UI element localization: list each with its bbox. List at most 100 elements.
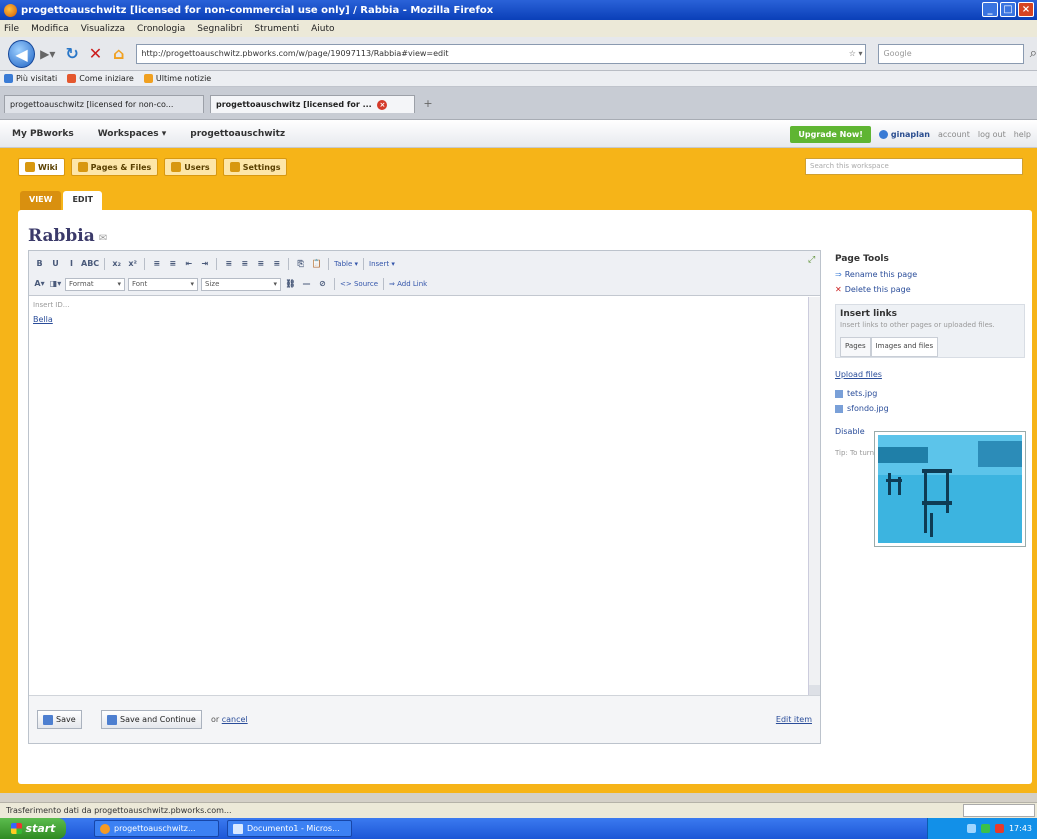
user-name: ginaplan [890, 129, 930, 139]
align-right-button[interactable]: ≡ [254, 257, 267, 271]
edit-item-link[interactable]: Edit item [776, 715, 812, 724]
source-button[interactable]: <> Source [340, 280, 378, 288]
insert-links-box: Insert links Insert links to other pages… [835, 304, 1025, 358]
browser-tab-2[interactable]: progettoauschwitz [licensed for ... × [210, 95, 415, 113]
user-link[interactable]: ginaplan [878, 129, 930, 139]
search-input[interactable]: Google [878, 43, 1024, 64]
bookmark-label: Più visitati [16, 74, 58, 83]
outdent-button[interactable]: ⇤ [182, 257, 195, 271]
search-icon[interactable]: ⌕ [1030, 46, 1037, 61]
star-icon[interactable]: ☆ ▾ [849, 49, 863, 58]
save-continue-button[interactable]: Save and Continue [101, 710, 202, 729]
security-icon[interactable] [980, 824, 990, 833]
save-button[interactable]: Save [37, 710, 82, 729]
logout-link[interactable]: log out [978, 130, 1006, 139]
cancel-link[interactable]: cancel [222, 715, 248, 724]
taskbar-item-word[interactable]: Documento1 - Micros... [227, 820, 352, 837]
tab-view[interactable]: VIEW [20, 191, 62, 210]
close-window-button[interactable]: × [1018, 2, 1034, 17]
menu-view[interactable]: Visualizza [81, 24, 125, 34]
subscript-button[interactable]: x₂ [110, 257, 123, 271]
url-bar[interactable]: http://progettoauschwitz.pbworks.com/w/p… [136, 43, 867, 64]
add-link-button[interactable]: ⇒ Add Link [389, 280, 427, 288]
insert-menu[interactable]: Insert ▾ [369, 260, 395, 268]
align-center-button[interactable]: ≡ [238, 257, 251, 271]
new-tab-icon[interactable]: + [420, 95, 436, 113]
editor-scrollbar[interactable] [808, 297, 820, 697]
email-icon[interactable]: ✉ [99, 233, 107, 244]
bookmark-most-visited[interactable]: Più visitati [4, 74, 57, 83]
link-icon[interactable]: ⛓ [284, 277, 297, 291]
table-menu[interactable]: Table ▾ [334, 260, 358, 268]
workspaces-menu[interactable]: Workspaces ▾ [86, 129, 179, 139]
menu-tools[interactable]: Strumenti [254, 24, 299, 34]
highlight-color-icon[interactable]: ◨▾ [49, 277, 62, 291]
upgrade-button[interactable]: Upgrade Now! [790, 125, 871, 143]
taskbar-item-firefox[interactable]: progettoauschwitz... [94, 820, 219, 837]
browser-tab-1[interactable]: progettoauschwitz [licensed for non-co..… [4, 95, 204, 113]
start-label: start [25, 822, 56, 835]
content-link[interactable]: Bella [33, 315, 53, 324]
tab-settings[interactable]: Settings [222, 158, 288, 176]
superscript-button[interactable]: x² [126, 257, 139, 271]
editor-content[interactable]: Insert ID... Bella [29, 297, 820, 697]
indent-button[interactable]: ⇥ [198, 257, 211, 271]
tab-images-files[interactable]: Images and files [870, 337, 939, 357]
rename-page-link[interactable]: ⇒ Rename this page [835, 270, 1025, 279]
bold-button[interactable]: B [33, 257, 46, 271]
home-icon[interactable]: ⌂ [109, 44, 128, 64]
strikethrough-button[interactable]: ABC [81, 257, 99, 271]
minimize-button[interactable]: _ [982, 2, 998, 17]
account-link[interactable]: account [938, 130, 970, 139]
menu-edit[interactable]: Modifica [31, 24, 69, 34]
numbered-list-button[interactable]: ≡ [166, 257, 179, 271]
network-icon[interactable] [966, 824, 976, 833]
my-pbworks-link[interactable]: My PBworks [0, 129, 86, 139]
insert-tabs: Pages Images and files [840, 337, 1020, 357]
horizontal-rule-icon[interactable]: — [300, 277, 313, 291]
unlink-icon[interactable]: ⊘ [316, 277, 329, 291]
start-button[interactable]: start [0, 818, 66, 839]
menu-help[interactable]: Aiuto [311, 24, 334, 34]
italic-button[interactable]: I [65, 257, 78, 271]
bookmark-latest-news[interactable]: Ultime notizie [143, 74, 211, 83]
workspace-name[interactable]: progettoauschwitz [178, 129, 297, 139]
copy-icon[interactable]: ⎘ [294, 257, 307, 271]
task-label: Documento1 - Micros... [247, 824, 340, 833]
tab-wiki[interactable]: Wiki [18, 158, 65, 176]
back-icon[interactable]: ◀ [8, 39, 36, 68]
alert-icon[interactable] [994, 824, 1004, 833]
menu-history[interactable]: Cronologia [137, 24, 185, 34]
text-color-icon[interactable]: A▾ [33, 277, 46, 291]
bookmarks-bar: Più visitati Come iniziare Ultime notizi… [0, 71, 1037, 87]
justify-button[interactable]: ≡ [270, 257, 283, 271]
window-titlebar: progettoauschwitz [licensed for non-comm… [0, 0, 1037, 20]
menu-file[interactable]: File [4, 24, 19, 34]
delete-page-link[interactable]: ✕ Delete this page [835, 285, 1025, 294]
tab-users[interactable]: Users [164, 158, 217, 176]
upload-files-link[interactable]: Upload files [835, 370, 1025, 379]
menu-bookmarks[interactable]: Segnalibri [197, 24, 242, 34]
bookmark-getting-started[interactable]: Come iniziare [67, 74, 134, 83]
tab-pages-files[interactable]: Pages & Files [70, 158, 159, 176]
font-select[interactable]: Font ▾ [128, 277, 198, 291]
wiki-search-input[interactable]: Search this workspace [805, 158, 1023, 175]
underline-button[interactable]: U [49, 257, 62, 271]
tab-edit[interactable]: EDIT [63, 191, 103, 210]
site-header: My PBworks Workspaces ▾ progettoauschwit… [0, 120, 1037, 148]
reload-icon[interactable]: ↻ [62, 44, 81, 64]
size-select[interactable]: Size ▾ [201, 277, 281, 291]
bullet-list-button[interactable]: ≡ [150, 257, 163, 271]
paste-icon[interactable]: 📋 [310, 257, 323, 271]
tab-close-icon[interactable]: × [377, 100, 388, 110]
format-select[interactable]: Format ▾ [65, 277, 125, 291]
align-left-button[interactable]: ≡ [222, 257, 235, 271]
file-item[interactable]: tets.jpg [835, 389, 1025, 398]
stop-icon[interactable]: ✕ [86, 44, 105, 64]
file-item[interactable]: sfondo.jpg [835, 404, 1025, 413]
maximize-button[interactable]: □ [1000, 2, 1016, 17]
expand-icon[interactable]: ⤢ [808, 255, 815, 265]
help-link[interactable]: help [1014, 130, 1031, 139]
forward-icon[interactable]: ▶▾ [37, 44, 58, 64]
tab-pages[interactable]: Pages [840, 337, 871, 357]
